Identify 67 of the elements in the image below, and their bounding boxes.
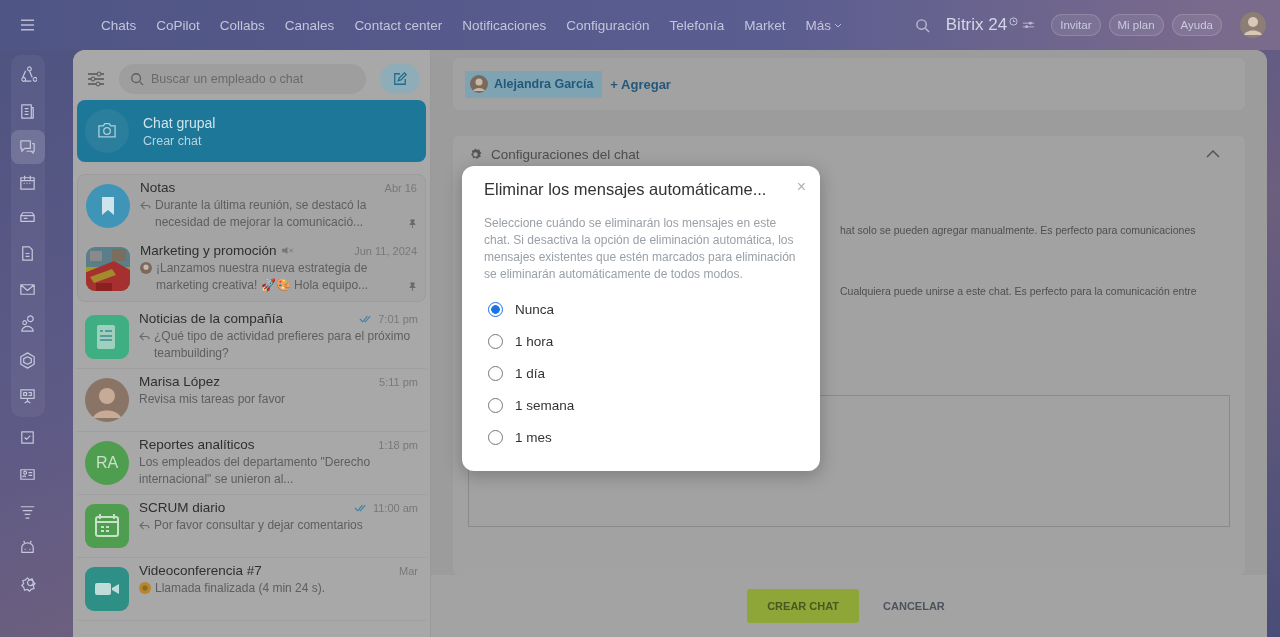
- close-button[interactable]: ×: [796, 180, 806, 194]
- chat-title: Videoconferencia #7: [139, 563, 262, 578]
- section-title: Configuraciones del chat: [491, 146, 640, 162]
- create-chat-button[interactable]: CREAR CHAT: [747, 589, 860, 623]
- pencil-icon: [393, 72, 407, 86]
- search-icon[interactable]: [914, 17, 930, 33]
- chat-icon[interactable]: [10, 129, 45, 164]
- radio-option[interactable]: 1 semana: [484, 389, 798, 421]
- chat-preview: ¿Qué tipo de actividad prefieres para el próximo teambuilding?: [154, 328, 412, 362]
- call-icon: [139, 582, 151, 594]
- chat-title: Marketing y promoción: [140, 243, 277, 258]
- toggle-icon[interactable]: [1022, 20, 1036, 30]
- option-description: Cualquiera puede unirse a este chat. Es perfecto para la comunicación entre: [840, 285, 1197, 297]
- radio-option[interactable]: 1 día: [484, 357, 798, 389]
- cancel-button[interactable]: CANCELAR: [877, 599, 951, 613]
- chevron-icon[interactable]: [1206, 150, 1220, 158]
- chat-preview: Revisa mis tareas por favor: [139, 391, 287, 408]
- caret-icon[interactable]: [834, 22, 843, 28]
- chat-preview: Durante la última reunión, se destacó la necesidad de mejorar la comunicació...: [155, 197, 368, 231]
- nav-link[interactable]: Notificaciones: [452, 17, 557, 33]
- chat-preview: Los empleados del departamento "Derecho internacional" se unieron al...: [139, 454, 372, 488]
- reply-icon: [139, 332, 150, 341]
- add-link[interactable]: + Agregar: [610, 76, 671, 92]
- chat-title: Noticias de la compañía: [139, 311, 284, 326]
- chat-preview: Llamada finalizada (4 min 24 s).: [155, 580, 327, 597]
- member-chip[interactable]: Alejandra García: [465, 70, 603, 98]
- avatar-icon: [85, 378, 129, 422]
- sender-avatar: [140, 262, 152, 274]
- dialog-description: Seleccione cuándo se eliminarán los mensajes en este chat. Si desactiva la opción de eliminación automática, los mensajes existentes que estén marcados para eliminación se eliminarán automáticamente de todos modos.: [484, 215, 797, 283]
- chat-preview: Por favor consultar y dejar comentarios: [154, 517, 364, 534]
- option-description: hat solo se pueden agregar manualmente. Es perfecto para comunicaciones: [840, 224, 1196, 236]
- chat-list-item[interactable]: Chat grupal Crear chat: [77, 100, 426, 162]
- camera-icon: [85, 109, 129, 153]
- header-button[interactable]: Ayuda: [1171, 14, 1222, 36]
- logo[interactable]: Bitrix 24: [945, 15, 1008, 35]
- header-button[interactable]: Mi plan: [1108, 14, 1164, 36]
- nav-link[interactable]: CoPilot: [146, 17, 210, 33]
- member-name: Alejandra García: [494, 77, 594, 91]
- user-avatar[interactable]: [1240, 12, 1266, 38]
- dialog-title: Eliminar los mensajes automáticame...: [484, 180, 767, 199]
- nav-link[interactable]: Telefonía: [659, 17, 735, 33]
- filter-icon[interactable]: [87, 71, 105, 87]
- search-icon: [130, 72, 144, 86]
- menu-icon[interactable]: [20, 19, 35, 31]
- radio-option[interactable]: Nunca: [484, 293, 798, 325]
- nav-link[interactable]: Contact center: [344, 17, 453, 33]
- radio-option[interactable]: 1 mes: [484, 421, 798, 453]
- chat-title: SCRUM diario: [139, 500, 226, 515]
- gear-icon: [468, 146, 483, 162]
- initials-avatar: RA: [85, 441, 129, 485]
- chat-title: Marisa López: [139, 374, 221, 389]
- reply-icon: [139, 521, 150, 530]
- header-button[interactable]: Invitar: [1051, 14, 1101, 36]
- nav-link[interactable]: Collabs: [209, 17, 275, 33]
- nav-link[interactable]: Chats: [91, 17, 147, 33]
- nav-link[interactable]: Canales: [274, 17, 345, 33]
- nav-link[interactable]: Configuración: [556, 17, 660, 33]
- nav-link[interactable]: Más: [795, 17, 842, 33]
- reply-icon: [140, 201, 151, 210]
- chat-preview: ¡Lanzamos nuestra nueva estrategia de marketing creativa! 🚀🎨 Hola equipo...: [156, 260, 370, 294]
- clock-icon: [1009, 16, 1019, 26]
- chat-title: Notas: [140, 180, 176, 195]
- member-avatar: [470, 75, 488, 93]
- radio-option[interactable]: 1 hora: [484, 325, 798, 357]
- nav-link[interactable]: Market: [734, 17, 796, 33]
- compose-button[interactable]: [380, 64, 420, 94]
- chat-title: Reportes analíticos: [139, 437, 255, 452]
